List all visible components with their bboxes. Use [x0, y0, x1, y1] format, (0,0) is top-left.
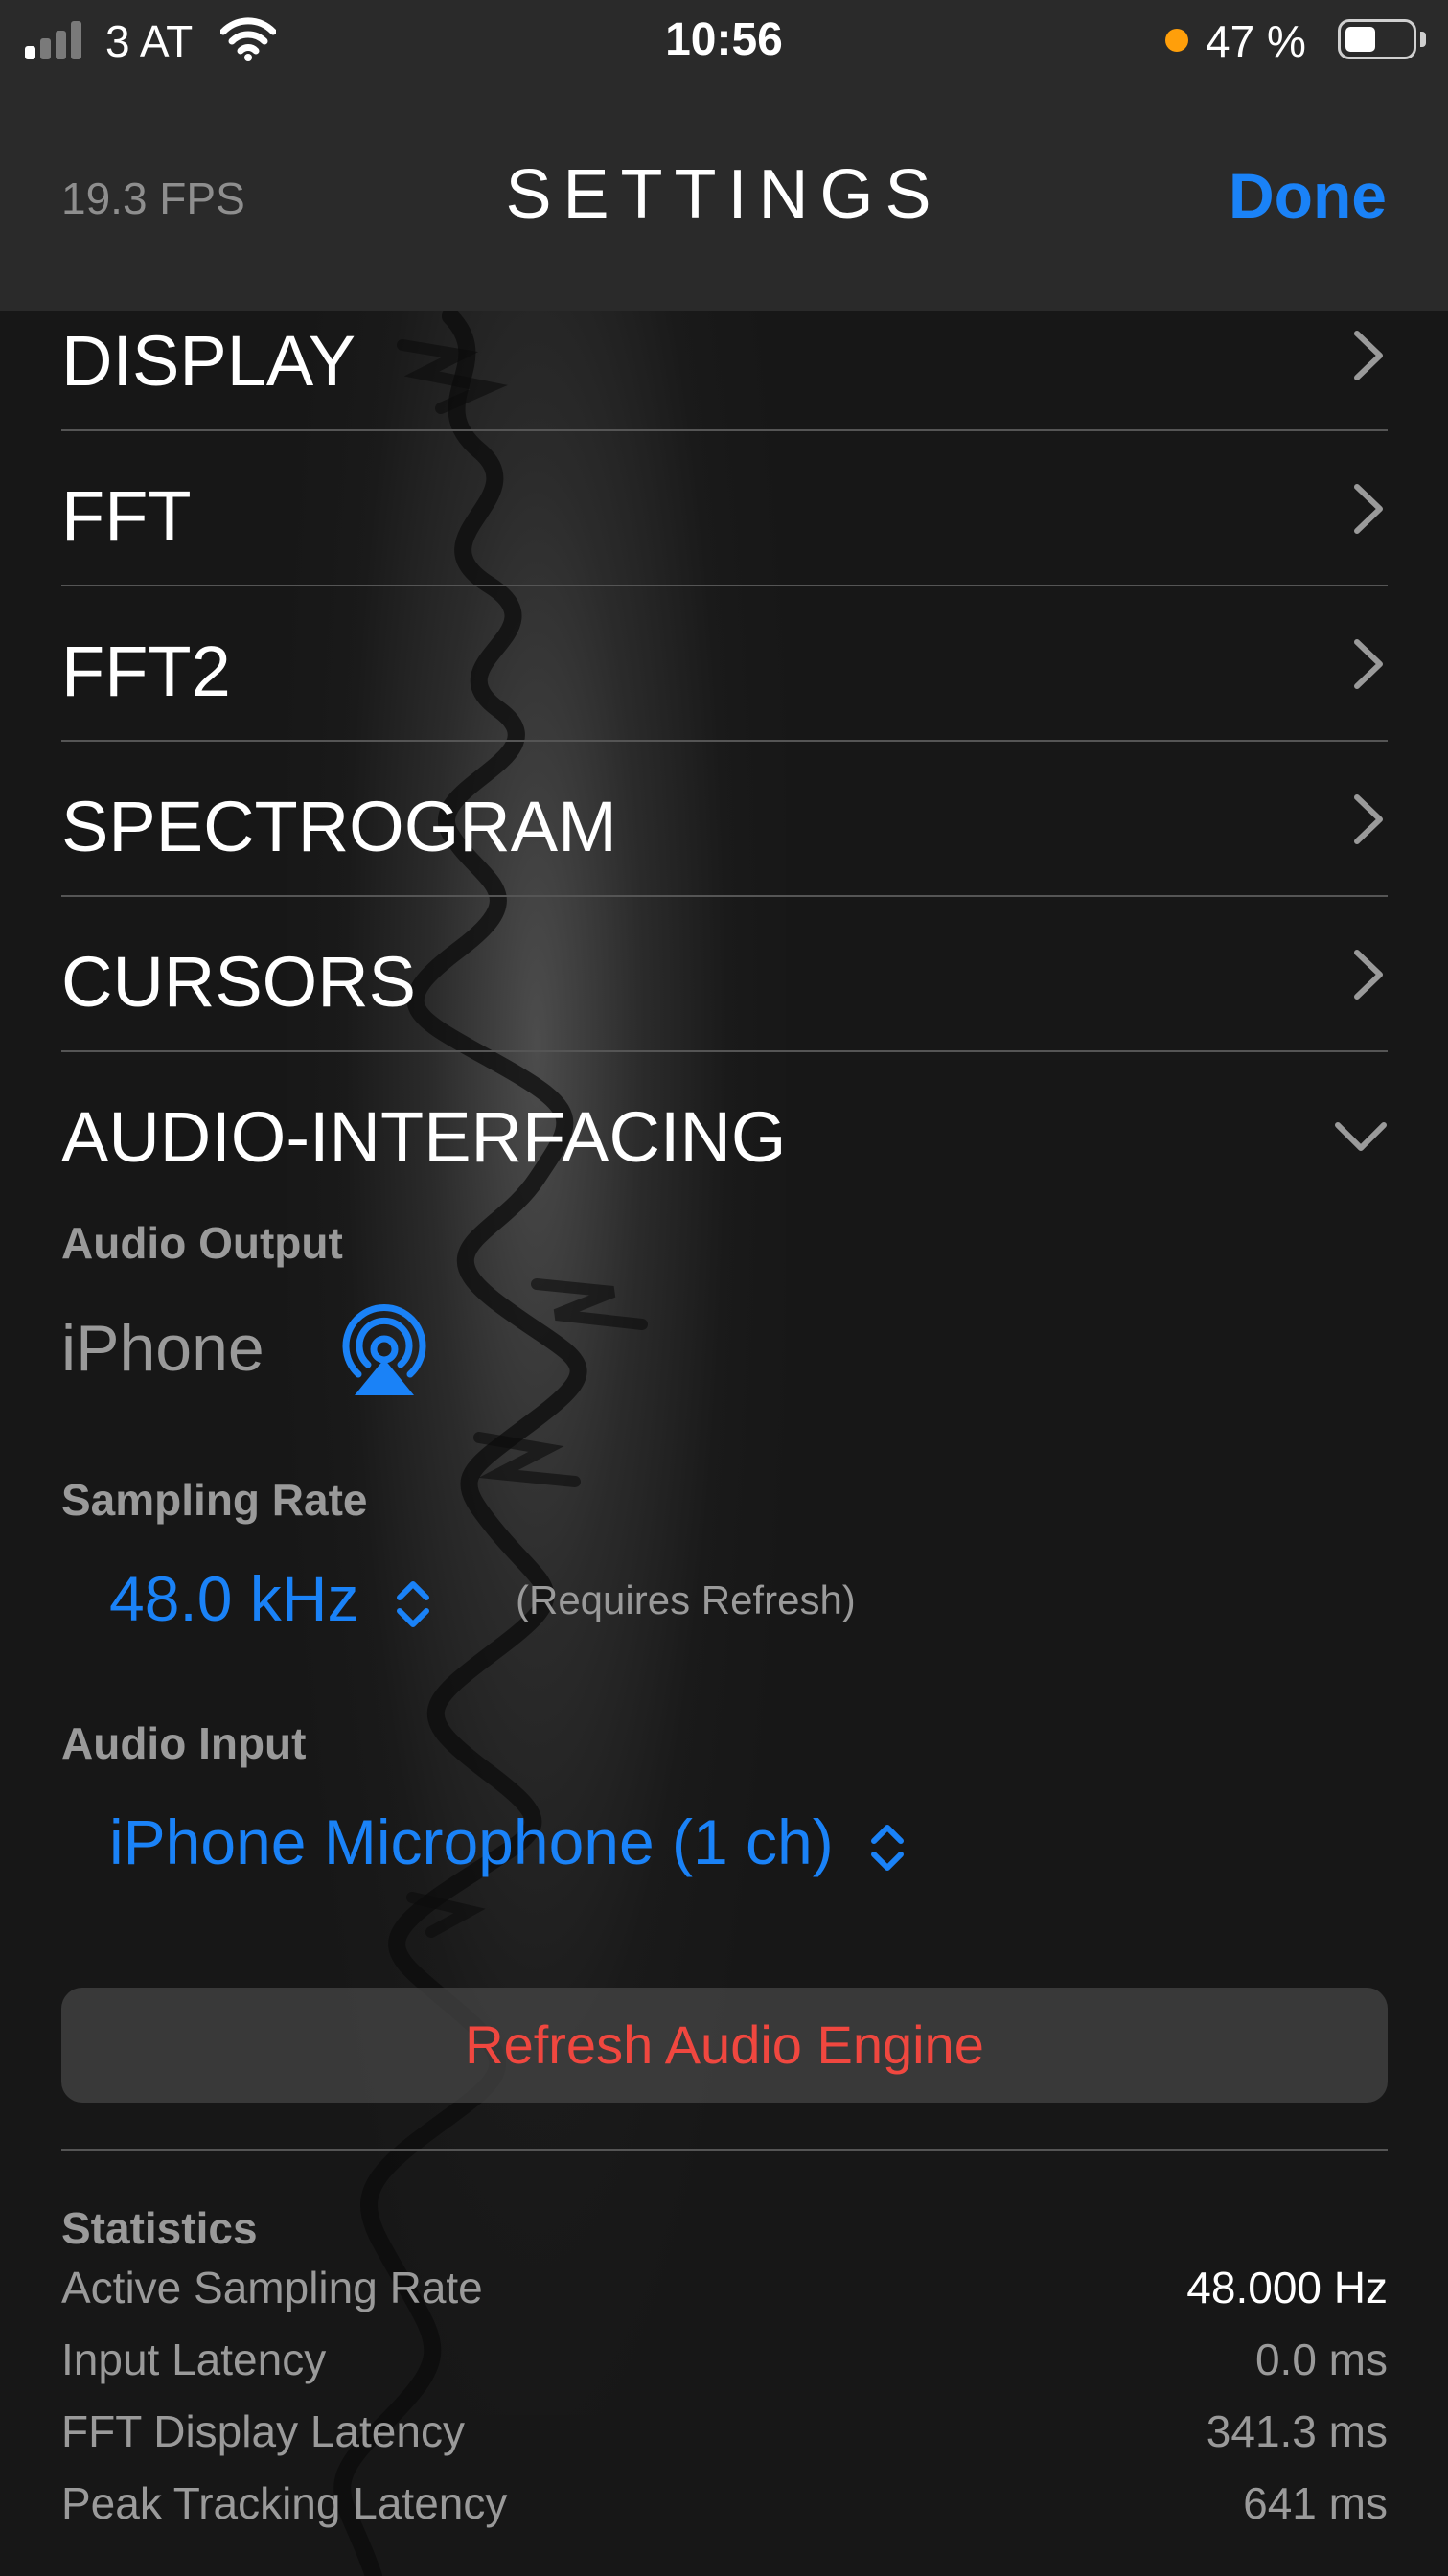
chevron-right-icon: [1354, 331, 1383, 380]
menu-item-fft[interactable]: FFT: [61, 431, 1388, 586]
done-button[interactable]: Done: [1229, 159, 1387, 232]
menu-item-label: CURSORS: [61, 942, 417, 1022]
stat-value: 0.0 ms: [1254, 2334, 1388, 2384]
statistics-table: Active Sampling Rate 48.000 Hz Input Lat…: [61, 2262, 1388, 2549]
battery-fill: [1345, 27, 1375, 52]
chevron-up-down-icon: [871, 1824, 905, 1871]
chevron-up-down-icon: [396, 1580, 429, 1627]
audio-output-value: iPhone: [61, 1312, 264, 1385]
stat-name: Active Sampling Rate: [61, 2263, 483, 2312]
chevron-right-icon: [1354, 950, 1383, 1000]
stat-name: FFT Display Latency: [61, 2406, 465, 2456]
section-divider: [61, 2149, 1388, 2150]
stat-value: 341.3 ms: [1206, 2406, 1388, 2456]
stat-row-fft-display-latency: FFT Display Latency 341.3 ms: [61, 2405, 1388, 2477]
menu-item-label: SPECTROGRAM: [61, 787, 617, 866]
settings-menu: DISPLAY FFT FFT2 SPECTROGRAM CURSORS: [61, 278, 1388, 1052]
battery-tip: [1420, 32, 1426, 47]
stat-row-active-sampling-rate: Active Sampling Rate 48.000 Hz: [61, 2262, 1388, 2334]
audio-input-picker[interactable]: iPhone Microphone (1 ch): [109, 1806, 907, 1878]
chevron-right-icon: [1354, 484, 1383, 534]
chevron-right-icon: [1354, 794, 1383, 844]
airplay-icon[interactable]: [337, 1303, 431, 1397]
requires-refresh-note: (Requires Refresh): [516, 1577, 856, 1622]
battery-percent: 47 %: [1206, 16, 1306, 66]
menu-item-label: FFT: [61, 476, 192, 556]
sampling-rate-label: Sampling Rate: [61, 1475, 368, 1525]
menu-item-audio-interfacing[interactable]: AUDIO-INTERFACING: [61, 1054, 1388, 1209]
menu-item-fft2[interactable]: FFT2: [61, 586, 1388, 742]
stat-row-input-latency: Input Latency 0.0 ms: [61, 2334, 1388, 2405]
menu-item-label: DISPLAY: [61, 321, 356, 401]
sampling-rate-value: 48.0 kHz: [109, 1563, 359, 1634]
menu-item-cursors[interactable]: CURSORS: [61, 897, 1388, 1052]
audio-output-label: Audio Output: [61, 1218, 343, 1268]
sampling-rate-picker[interactable]: 48.0 kHz: [109, 1562, 432, 1635]
status-bar: 3 AT 10:56 47 %: [0, 0, 1448, 80]
chevron-down-icon: [1335, 1122, 1387, 1151]
refresh-audio-engine-button[interactable]: Refresh Audio Engine: [61, 1988, 1388, 2103]
navigation-bar: 19.3 FPS SETTINGS Done: [0, 80, 1448, 310]
stat-name: Peak Tracking Latency: [61, 2478, 508, 2528]
stat-name: Input Latency: [61, 2334, 327, 2384]
audio-input-label: Audio Input: [61, 1718, 307, 1768]
chevron-right-icon: [1354, 639, 1383, 689]
settings-screen: 3 AT 10:56 47 % 19.3 FPS SETTINGS Done D…: [0, 0, 1448, 2576]
menu-item-label: AUDIO-INTERFACING: [61, 1097, 787, 1177]
stat-row-peak-tracking-latency: Peak Tracking Latency 641 ms: [61, 2477, 1388, 2549]
menu-item-label: FFT2: [61, 632, 231, 711]
battery-icon: [1338, 19, 1416, 59]
stat-value: 48.000 Hz: [1186, 2263, 1388, 2312]
statistics-heading: Statistics: [61, 2203, 258, 2253]
privacy-indicator-dot: [1165, 29, 1188, 52]
stat-value: 641 ms: [1243, 2478, 1388, 2528]
audio-input-value: iPhone Microphone (1 ch): [109, 1806, 834, 1877]
menu-item-spectrogram[interactable]: SPECTROGRAM: [61, 742, 1388, 897]
